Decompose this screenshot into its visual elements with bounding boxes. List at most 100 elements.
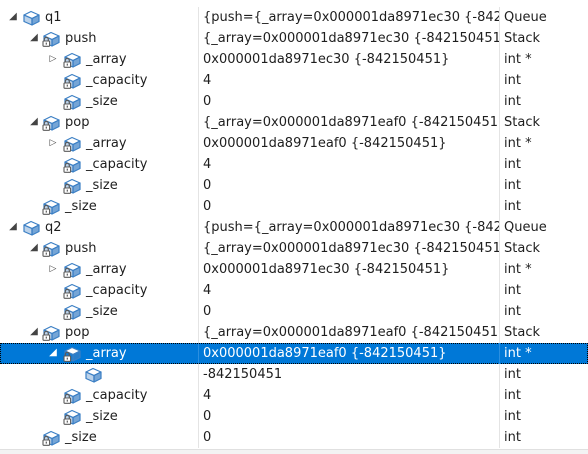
column-separator[interactable] xyxy=(499,49,500,70)
watch-row[interactable]: ◢ q2 {push={_array=0x000001da8971ec30 {-84… xyxy=(0,217,588,238)
column-separator[interactable] xyxy=(198,427,199,448)
variable-value[interactable]: 0x000001da8971ec30 {-842150451} xyxy=(203,51,499,68)
column-separator[interactable] xyxy=(499,133,500,154)
column-separator[interactable] xyxy=(499,343,500,364)
variable-value[interactable]: 0 xyxy=(203,198,499,215)
watch-row[interactable]: ◢ pop {_array=0x000001da8971eaf0 {-8421504… xyxy=(0,112,588,133)
expand-arrow-icon[interactable]: ▷ xyxy=(48,263,58,275)
watch-row[interactable]: _capacity 4 int xyxy=(0,280,588,301)
column-separator[interactable] xyxy=(198,406,199,427)
collapse-arrow-icon[interactable]: ◢ xyxy=(29,116,39,128)
variable-value[interactable]: {_array=0x000001da8971eaf0 {-842150451}.… xyxy=(203,114,499,131)
watch-row[interactable]: ◢ _array 0x000001da8971eaf0 {-842150451} in… xyxy=(0,343,588,364)
private-field-icon xyxy=(42,324,62,341)
watch-row[interactable]: _size 0 int xyxy=(0,406,588,427)
collapse-arrow-icon[interactable]: ◢ xyxy=(48,347,58,359)
variable-value[interactable]: 4 xyxy=(203,156,499,173)
column-separator[interactable] xyxy=(499,406,500,427)
column-separator[interactable] xyxy=(499,196,500,217)
collapse-arrow-icon[interactable]: ◢ xyxy=(29,32,39,44)
column-separator[interactable] xyxy=(198,280,199,301)
column-separator[interactable] xyxy=(198,91,199,112)
watch-row[interactable]: ◢ q1 {push={_array=0x000001da8971ec30 {-84… xyxy=(0,7,588,28)
column-separator[interactable] xyxy=(198,343,199,364)
column-separator[interactable] xyxy=(499,217,500,238)
column-separator[interactable] xyxy=(198,238,199,259)
column-separator[interactable] xyxy=(499,70,500,91)
variable-name: _capacity xyxy=(86,388,148,403)
variable-value[interactable]: 0x000001da8971eaf0 {-842150451} xyxy=(203,135,499,152)
column-separator[interactable] xyxy=(198,175,199,196)
variable-name: _capacity xyxy=(86,157,148,172)
column-separator[interactable] xyxy=(198,112,199,133)
column-separator[interactable] xyxy=(198,259,199,280)
horizontal-scrollbar[interactable] xyxy=(0,449,588,454)
watch-row[interactable]: -842150451 int xyxy=(0,364,588,385)
variable-value[interactable]: 4 xyxy=(203,282,499,299)
collapse-arrow-icon[interactable]: ◢ xyxy=(29,242,39,254)
expand-arrow-icon[interactable]: ▷ xyxy=(48,137,58,149)
watch-row[interactable]: _capacity 4 int xyxy=(0,70,588,91)
watch-row[interactable]: ▷ _array 0x000001da8971ec30 {-842150451} in… xyxy=(0,49,588,70)
column-separator[interactable] xyxy=(499,238,500,259)
column-separator[interactable] xyxy=(198,133,199,154)
column-separator[interactable] xyxy=(198,196,199,217)
column-separator[interactable] xyxy=(499,280,500,301)
watch-row[interactable]: ▷ _array 0x000001da8971eaf0 {-842150451} in… xyxy=(0,133,588,154)
column-separator[interactable] xyxy=(499,154,500,175)
variable-value[interactable]: {_array=0x000001da8971eaf0 {-842150451}.… xyxy=(203,324,499,341)
column-separator[interactable] xyxy=(198,154,199,175)
column-separator[interactable] xyxy=(198,322,199,343)
column-separator[interactable] xyxy=(198,217,199,238)
column-separator[interactable] xyxy=(198,385,199,406)
column-separator[interactable] xyxy=(499,385,500,406)
column-separator[interactable] xyxy=(499,7,500,28)
variable-value[interactable]: 4 xyxy=(203,72,499,89)
column-separator[interactable] xyxy=(198,7,199,28)
column-separator[interactable] xyxy=(499,28,500,49)
watch-row[interactable]: _capacity 4 int xyxy=(0,385,588,406)
variable-value[interactable]: 0 xyxy=(203,429,499,446)
column-separator[interactable] xyxy=(499,259,500,280)
variable-value[interactable]: {_array=0x000001da8971ec30 {-842150451}.… xyxy=(203,30,499,47)
column-separator[interactable] xyxy=(198,49,199,70)
variable-value[interactable]: {push={_array=0x000001da8971ec30 {-84215… xyxy=(203,9,499,26)
column-separator[interactable] xyxy=(499,112,500,133)
column-separator[interactable] xyxy=(499,175,500,196)
watch-row[interactable]: ◢ push {_array=0x000001da8971ec30 {-842150… xyxy=(0,28,588,49)
watch-row[interactable]: ◢ pop {_array=0x000001da8971eaf0 {-8421504… xyxy=(0,322,588,343)
expand-arrow-icon[interactable]: ▷ xyxy=(48,53,58,65)
column-separator[interactable] xyxy=(499,91,500,112)
variable-value[interactable]: 0 xyxy=(203,303,499,320)
watch-row[interactable]: ▷ _array 0x000001da8971ec30 {-842150451} in… xyxy=(0,259,588,280)
watch-row[interactable]: ◢ push {_array=0x000001da8971ec30 {-842150… xyxy=(0,238,588,259)
variable-value[interactable]: {_array=0x000001da8971ec30 {-842150451}.… xyxy=(203,240,499,257)
variable-value[interactable]: 0x000001da8971eaf0 {-842150451} xyxy=(203,345,499,362)
watch-row[interactable]: _size 0 int xyxy=(0,427,588,448)
column-separator[interactable] xyxy=(499,427,500,448)
variable-value[interactable]: -842150451 xyxy=(203,366,499,383)
variable-value[interactable]: {push={_array=0x000001da8971ec30 {-84215… xyxy=(203,219,499,236)
column-separator[interactable] xyxy=(198,28,199,49)
watch-row[interactable]: _size 0 int xyxy=(0,301,588,322)
collapse-arrow-icon[interactable]: ◢ xyxy=(29,326,39,338)
watch-row[interactable]: _size 0 int xyxy=(0,175,588,196)
variable-value[interactable]: 0 xyxy=(203,93,499,110)
watch-row[interactable]: _size 0 int xyxy=(0,91,588,112)
column-separator[interactable] xyxy=(499,322,500,343)
collapse-arrow-icon[interactable]: ◢ xyxy=(8,11,18,23)
variable-value[interactable]: 4 xyxy=(203,387,499,404)
watch-row[interactable]: _capacity 4 int xyxy=(0,154,588,175)
variable-name: _array xyxy=(86,52,127,67)
variable-value[interactable]: 0 xyxy=(203,177,499,194)
variable-value[interactable]: 0x000001da8971ec30 {-842150451} xyxy=(203,261,499,278)
collapse-arrow-icon[interactable]: ◢ xyxy=(8,221,18,233)
column-separator[interactable] xyxy=(499,301,500,322)
watch-row[interactable]: _size 0 int xyxy=(0,196,588,217)
private-field-icon xyxy=(42,198,62,215)
variable-value[interactable]: 0 xyxy=(203,408,499,425)
column-separator[interactable] xyxy=(198,70,199,91)
column-separator[interactable] xyxy=(499,364,500,385)
column-separator[interactable] xyxy=(198,364,199,385)
column-separator[interactable] xyxy=(198,301,199,322)
